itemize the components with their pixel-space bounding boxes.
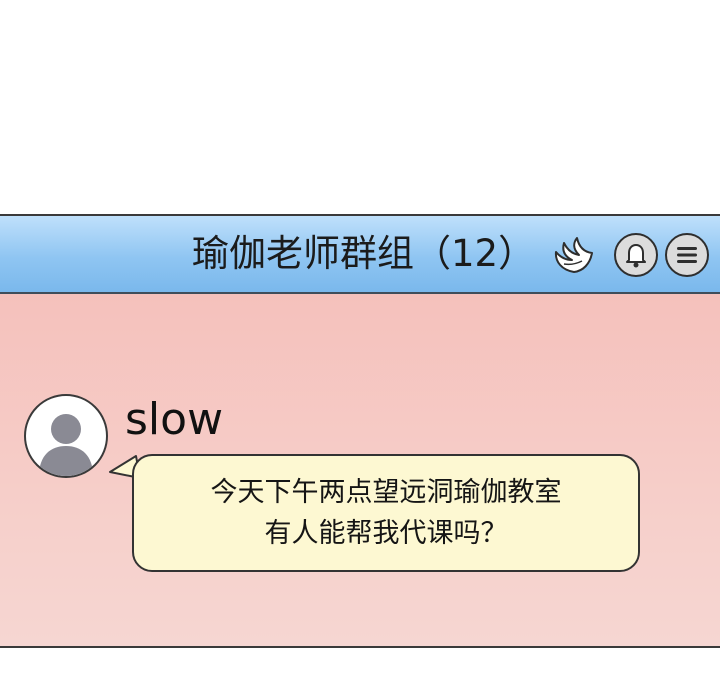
message-line-2: 有人能帮我代课吗？: [264, 518, 508, 549]
chat-window: 瑜伽老师群组（12） slow 今天下午两点望远洞瑜伽教室 有人能帮我代课吗？: [0, 214, 720, 648]
group-title: 瑜伽老师群组（12）: [192, 232, 536, 275]
chat-body: slow 今天下午两点望远洞瑜伽教室 有人能帮我代课吗？: [0, 294, 720, 646]
sender-name: slow: [125, 394, 224, 445]
menu-button[interactable]: [665, 233, 709, 277]
bell-button[interactable]: [614, 233, 658, 277]
message-bubble: 今天下午两点望远洞瑜伽教室 有人能帮我代课吗？: [132, 454, 640, 572]
default-user-avatar-icon[interactable]: [24, 394, 108, 478]
hamburger-menu-icon: [677, 247, 697, 263]
angel-wing-icon[interactable]: [552, 234, 596, 278]
chat-header: 瑜伽老师群组（12）: [0, 216, 720, 294]
bell-icon: [626, 244, 646, 268]
message-line-1: 今天下午两点望远洞瑜伽教室: [210, 477, 562, 508]
